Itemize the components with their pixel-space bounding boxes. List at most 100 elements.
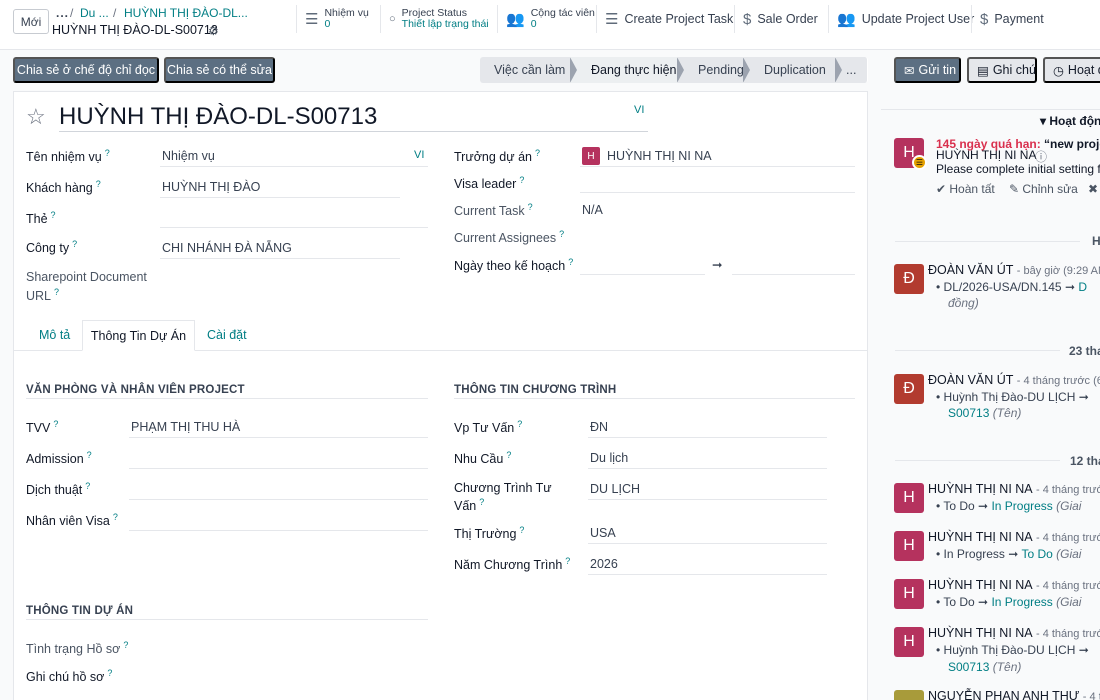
breadcrumb-record[interactable]: HUỲNH THỊ ĐÀO-DL...: [124, 6, 248, 20]
language-button[interactable]: VI: [634, 104, 644, 116]
current-task-value: N/A: [582, 203, 603, 217]
collaborators-smart-button[interactable]: 👥 Cộng tác viên 0: [497, 5, 596, 33]
tracking-line: • To Do ➞ In Progress (Giai: [936, 595, 1082, 609]
activity-title: “new proje: [1044, 137, 1100, 151]
tvv-label: TVV?: [26, 419, 59, 436]
breadcrumb-dots[interactable]: ...: [56, 6, 69, 20]
translation-field[interactable]: [129, 499, 428, 500]
office-field[interactable]: ĐN: [590, 420, 608, 434]
section-title: THÔNG TIN CHƯƠNG TRÌNH: [454, 384, 617, 396]
mark-done-button[interactable]: ✔ Hoàn tất: [936, 182, 995, 196]
tab-description[interactable]: Mô tả: [39, 328, 70, 342]
tvv-field[interactable]: PHẠM THỊ THU HÀ: [131, 420, 240, 434]
translation-label: Dịch thuật?: [26, 481, 91, 498]
tracking-line: • In Progress ➞ To Do (Giai: [936, 547, 1082, 561]
program-year-field[interactable]: 2026: [590, 557, 618, 571]
date-separator: 23 tha: [1069, 344, 1100, 358]
note-icon: ▤: [977, 63, 989, 78]
tab-project-info[interactable]: Thông Tin Dự Án: [82, 320, 195, 351]
date-separator: H: [1092, 234, 1100, 248]
share-readonly-button[interactable]: Chia sẻ ở chế độ chỉ đọc: [13, 57, 159, 83]
avatar: H: [894, 627, 924, 657]
cancel-activity-icon[interactable]: ✖: [1088, 182, 1098, 196]
message-header: HUỲNH THỊ NI NA - 4 tháng trước: [928, 626, 1100, 640]
planned-date-label: Ngày theo kế hoạch?: [454, 257, 574, 274]
task-name-label: Tên nhiệm vụ?: [26, 148, 110, 165]
program-year-label: Năm Chương Trình?: [454, 556, 571, 573]
tasks-smart-button[interactable]: ☰ Nhiệm vụ 0: [296, 5, 380, 33]
avatar: H: [582, 147, 600, 165]
payment-button[interactable]: $ Payment: [971, 5, 1056, 33]
planned-date-end[interactable]: [732, 274, 855, 275]
breadcrumb-current: HUỲNH THỊ ĐÀO-DL-S00713: [52, 23, 218, 37]
program-label: Chương Trình Tư: [454, 481, 552, 495]
stage-todo[interactable]: Việc cần làm: [480, 57, 577, 83]
send-message-button[interactable]: ✉ Gửi tin: [894, 57, 961, 83]
office-label: Vp Tư Vấn?: [454, 419, 523, 436]
check-icon: ✔: [936, 182, 950, 196]
log-note-button[interactable]: ▤ Ghi chú: [967, 57, 1037, 83]
sharepoint-label-2: URL?: [26, 287, 60, 304]
project-status-button[interactable]: ○ Project Status Thiết lập trạng thái: [380, 5, 497, 33]
activity-type-icon: ☰: [912, 155, 927, 170]
planned-date-start[interactable]: [580, 274, 705, 275]
tags-field[interactable]: [160, 227, 428, 228]
tracking-line: • Huỳnh Thị Đào-DU LỊCH ➞: [936, 390, 1089, 404]
task-name-field[interactable]: Nhiệm vụ: [162, 149, 215, 163]
date-separator: 12 tha: [1070, 454, 1100, 468]
tracking-field: đồng): [948, 296, 979, 310]
visa-leader-field[interactable]: [580, 192, 855, 193]
breadcrumb-separator: /: [70, 6, 74, 20]
customer-field[interactable]: HUỲNH THỊ ĐÀO: [162, 180, 260, 194]
update-project-user-button[interactable]: 👥 Update Project User: [828, 5, 974, 33]
admission-label: Admission?: [26, 450, 92, 467]
stage-in-progress[interactable]: Đang thực hiện: [571, 57, 684, 83]
need-field[interactable]: Du lịch: [590, 451, 628, 465]
market-field[interactable]: USA: [590, 526, 616, 540]
star-icon[interactable]: ☆: [26, 104, 46, 130]
clock-icon: ◷: [1053, 63, 1064, 78]
message-header: HUỲNH THỊ NI NA - 4 tháng trước: [928, 482, 1100, 496]
stage-duplication[interactable]: Duplication: [744, 57, 842, 83]
tab-settings[interactable]: Cài đặt: [207, 328, 247, 342]
project-manager-field[interactable]: HUỲNH THỊ NI NA: [607, 149, 712, 163]
arrow-right-icon: ➞: [712, 258, 723, 272]
visa-staff-label: Nhân viên Visa?: [26, 512, 118, 529]
new-button[interactable]: Mới: [13, 9, 49, 34]
sale-order-button[interactable]: $ Sale Order: [734, 5, 828, 33]
activities-toggle[interactable]: ▾ Hoạt độn: [1040, 114, 1100, 128]
tracking-line: • To Do ➞ In Progress (Giai: [936, 499, 1082, 513]
file-note-label: Ghi chú hồ sơ?: [26, 668, 113, 685]
message-header: ĐOÀN VĂN ÚT - 4 tháng trước (6:5: [928, 373, 1100, 387]
status-circle-icon: ○: [389, 13, 396, 25]
activity-user: HUỲNH THỊ NI NA: [936, 148, 1037, 162]
users-icon: 👥: [506, 11, 525, 28]
breadcrumb-parent[interactable]: Du ...: [80, 6, 109, 20]
market-label: Thị Trường?: [454, 525, 525, 542]
users-icon: 👥: [837, 11, 856, 28]
message-header: NGUYỄN PHAN ANH THƯ - 4 tháng: [928, 689, 1100, 700]
stage-pending[interactable]: Pending: [678, 57, 750, 83]
language-button[interactable]: VI: [414, 149, 424, 161]
visa-staff-field[interactable]: [129, 530, 428, 531]
program-label-2: Vấn?: [454, 497, 485, 514]
record-title[interactable]: HUỲNH THỊ ĐÀO-DL-S00713: [59, 103, 377, 131]
message-header: HUỲNH THỊ NI NA - 4 tháng trước: [928, 578, 1100, 592]
activity-summary: Please complete initial setting fo: [936, 162, 1100, 176]
tags-label: Thẻ?: [26, 210, 56, 227]
company-field[interactable]: CHI NHÁNH ĐÀ NẴNG: [162, 241, 292, 255]
dollar-icon: $: [980, 10, 989, 28]
section-title: VĂN PHÒNG VÀ NHÂN VIÊN PROJECT: [26, 384, 245, 396]
gear-icon[interactable]: ⚙: [208, 24, 219, 38]
dollar-icon: $: [743, 10, 752, 28]
activity-button[interactable]: ◷Hoạt đ: [1043, 57, 1100, 83]
admission-field[interactable]: [129, 468, 428, 469]
share-edit-button[interactable]: Chia sẻ có thể sửa: [164, 57, 275, 83]
sharepoint-label: Sharepoint Document: [26, 270, 147, 284]
program-field[interactable]: DU LỊCH: [590, 482, 640, 496]
visa-leader-label: Visa leader?: [454, 175, 525, 192]
avatar: H: [894, 531, 924, 561]
edit-activity-button[interactable]: ✎ Chỉnh sửa: [1009, 182, 1078, 196]
company-label: Công ty?: [26, 239, 78, 256]
create-project-task-button[interactable]: ☰ Create Project Task: [596, 5, 734, 33]
